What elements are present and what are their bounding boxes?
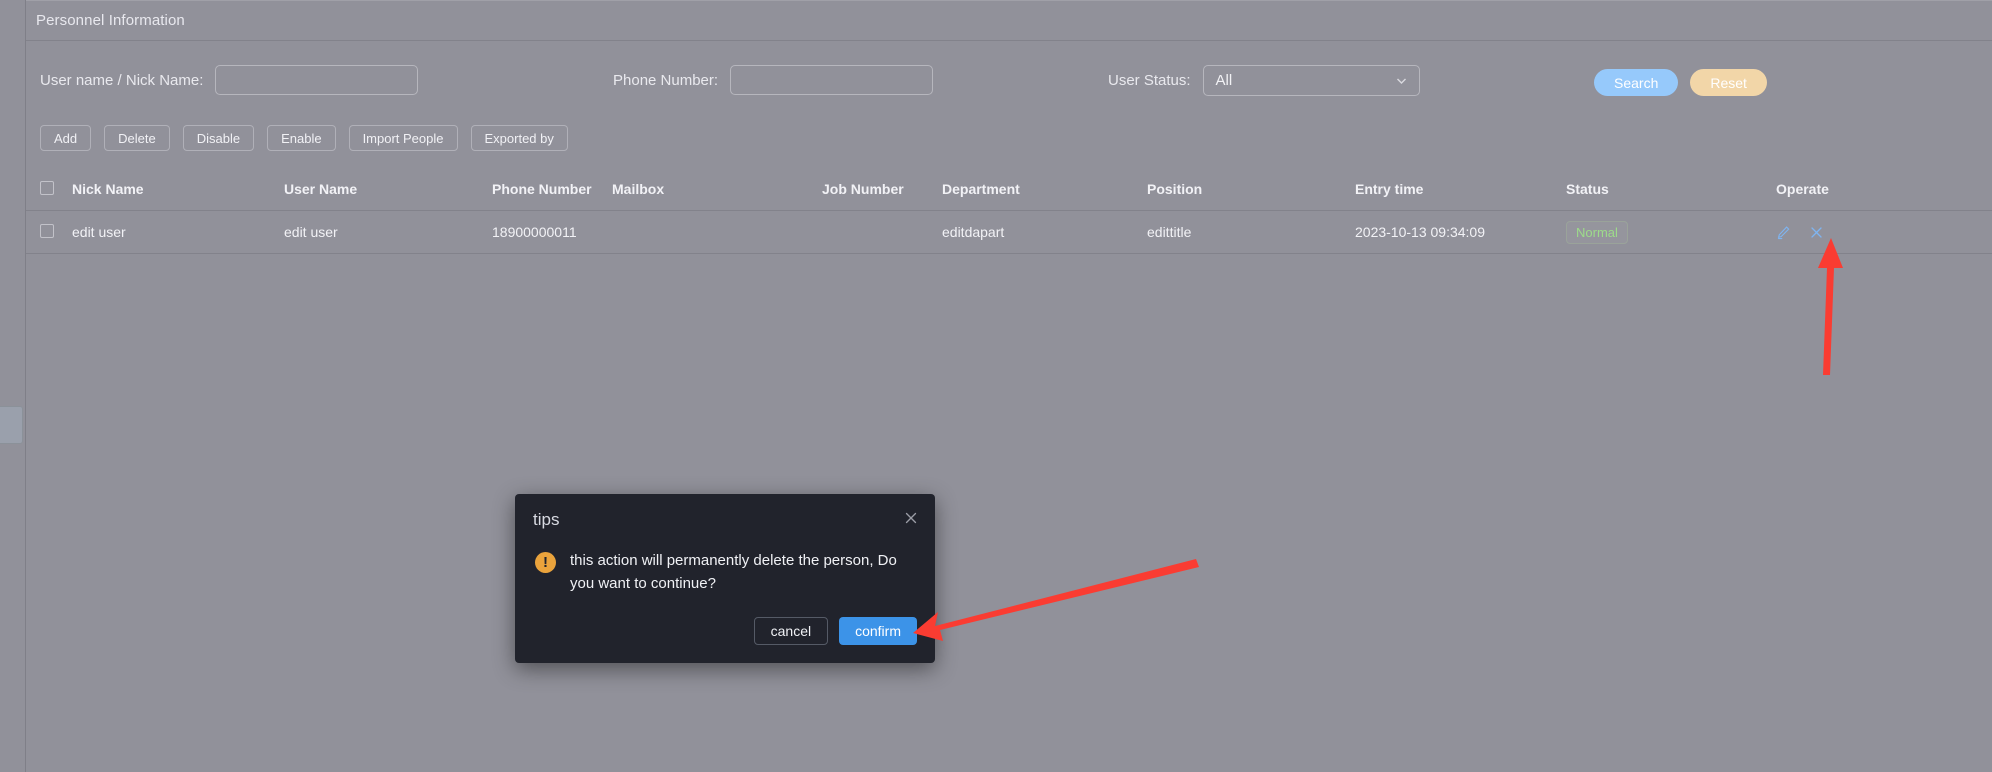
filter-actions: Search Reset	[1594, 69, 1767, 96]
cell-job-number	[822, 211, 942, 254]
enable-button[interactable]: Enable	[267, 125, 336, 151]
exported-by-button[interactable]: Exported by	[470, 125, 568, 151]
column-header-operate: Operate	[1776, 181, 1829, 197]
search-button[interactable]: Search	[1594, 69, 1679, 96]
row-select-cell	[26, 211, 72, 254]
status-select[interactable]: All	[1202, 65, 1420, 96]
edit-icon[interactable]	[1776, 225, 1791, 240]
status-select-value: All	[1215, 72, 1233, 89]
cell-mailbox	[612, 211, 822, 254]
close-icon[interactable]	[901, 508, 921, 528]
dialog-title: tips	[533, 510, 560, 529]
column-header-job-number: Job Number	[822, 181, 904, 197]
username-label: User name / Nick Name:	[40, 71, 204, 89]
cell-phone-number: 18900000011	[492, 224, 577, 240]
personnel-panel: Personnel Information User name / Nick N…	[26, 0, 1992, 772]
column-header-entry-time: Entry time	[1355, 181, 1424, 197]
left-rail	[0, 0, 26, 772]
app-screen: Personnel Information User name / Nick N…	[0, 0, 1992, 772]
cell-entry-time: 2023-10-13 09:34:09	[1355, 224, 1485, 240]
column-header-mailbox: Mailbox	[612, 181, 665, 197]
dialog-header: tips	[515, 494, 935, 534]
status-badge: Normal	[1566, 220, 1628, 244]
toolbar-actions: Add Delete Disable Enable Import People …	[40, 125, 568, 151]
select-all-cell	[26, 168, 72, 211]
confirm-button[interactable]: confirm	[839, 617, 917, 645]
dialog-footer: cancel confirm	[515, 601, 935, 663]
dialog-message: this action will permanently delete the …	[570, 552, 897, 592]
filter-bar: User name / Nick Name: Phone Number: Use…	[26, 41, 1992, 119]
chevron-down-icon	[1395, 74, 1408, 87]
status-label: User Status:	[1108, 72, 1191, 89]
column-header-phone-number: Phone Number	[492, 181, 592, 197]
cell-status: Normal	[1566, 211, 1776, 254]
cell-position: edittitle	[1147, 224, 1192, 240]
cell-operate	[1776, 211, 1992, 254]
select-all-checkbox[interactable]	[40, 180, 54, 195]
personnel-table: Nick Name User Name Phone Number Mailbox…	[26, 168, 1992, 254]
column-header-user-name: User Name	[284, 181, 358, 197]
cell-user-name: edit user	[284, 224, 338, 240]
warning-icon: !	[535, 552, 556, 573]
row-checkbox[interactable]	[40, 223, 54, 238]
cell-nick-name: edit user	[72, 224, 126, 240]
username-input[interactable]	[215, 65, 419, 95]
phone-field-group: Phone Number:	[613, 65, 934, 95]
delete-icon[interactable]	[1809, 225, 1824, 240]
column-header-position: Position	[1147, 181, 1203, 197]
confirm-dialog: tips ! this action will permanently dele…	[515, 494, 935, 663]
phone-input[interactable]	[730, 65, 934, 95]
cell-department: editdapart	[942, 224, 1005, 240]
sidebar-collapse-handle[interactable]	[0, 406, 23, 444]
column-header-department: Department	[942, 181, 1020, 197]
add-button[interactable]: Add	[40, 125, 92, 151]
delete-button[interactable]: Delete	[104, 125, 170, 151]
page-title: Personnel Information	[36, 12, 185, 29]
status-field-group: User Status: All	[1108, 65, 1420, 96]
dialog-body: ! this action will permanently delete th…	[515, 534, 935, 601]
table-header-row: Nick Name User Name Phone Number Mailbox…	[26, 168, 1992, 211]
cancel-button[interactable]: cancel	[753, 617, 829, 645]
username-field-group: User name / Nick Name:	[40, 65, 419, 95]
reset-button[interactable]: Reset	[1690, 69, 1767, 96]
import-people-button[interactable]: Import People	[348, 125, 458, 151]
column-header-nick-name: Nick Name	[72, 181, 144, 197]
table-row: edit user edit user 18900000011 editdapa…	[26, 211, 1992, 254]
disable-button[interactable]: Disable	[182, 125, 255, 151]
panel-header: Personnel Information	[26, 0, 1992, 41]
column-header-status: Status	[1566, 181, 1609, 197]
phone-label: Phone Number:	[613, 71, 719, 89]
